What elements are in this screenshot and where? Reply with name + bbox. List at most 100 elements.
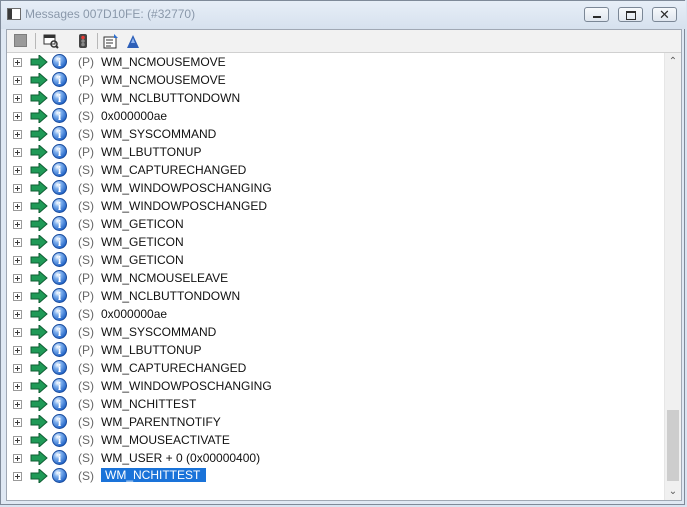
expand-icon[interactable]	[13, 202, 22, 211]
expand-icon[interactable]	[13, 130, 22, 139]
expand-icon[interactable]	[13, 472, 22, 481]
close-icon: ✕	[659, 7, 670, 22]
list-item[interactable]: i (S) WM_WINDOWPOSCHANGING	[7, 179, 665, 197]
arrow-right-icon	[30, 415, 48, 429]
list-item[interactable]: i (S) WM_NCHITTEST	[7, 467, 665, 485]
arrow-right-icon	[30, 325, 48, 339]
list-item[interactable]: i (S) WM_PARENTNOTIFY	[7, 413, 665, 431]
list-item[interactable]: i (S) WM_WINDOWPOSCHANGING	[7, 377, 665, 395]
arrow-right-icon	[30, 469, 48, 483]
expand-icon[interactable]	[13, 76, 22, 85]
minimize-button[interactable]	[584, 7, 609, 22]
info-icon: i	[52, 198, 67, 213]
expand-icon[interactable]	[13, 310, 22, 319]
minimize-icon	[585, 8, 608, 21]
find-window-icon[interactable]	[43, 33, 59, 49]
list-item[interactable]: i (S) WM_NCHITTEST	[7, 395, 665, 413]
list-item[interactable]: i (S) WM_GETICON	[7, 233, 665, 251]
expand-icon[interactable]	[13, 238, 22, 247]
list-item[interactable]: i (S) WM_SYSCOMMAND	[7, 125, 665, 143]
message-name: WM_NCLBUTTONDOWN	[101, 91, 241, 105]
list-item[interactable]: i (P) WM_NCMOUSEMOVE	[7, 53, 665, 71]
expand-icon[interactable]	[13, 346, 22, 355]
list-item[interactable]: i (S) WM_GETICON	[7, 251, 665, 269]
stop-icon[interactable]	[14, 34, 27, 47]
message-type: (P)	[78, 73, 94, 87]
message-name: 0x000000ae	[101, 109, 168, 123]
expand-icon[interactable]	[13, 436, 22, 445]
maximize-button[interactable]	[618, 7, 643, 22]
expand-icon[interactable]	[13, 364, 22, 373]
expand-icon[interactable]	[13, 400, 22, 409]
info-icon: i	[52, 90, 67, 105]
highlight-icon[interactable]	[125, 33, 141, 49]
list-item[interactable]: i (P) WM_LBUTTONUP	[7, 341, 665, 359]
message-type: (S)	[78, 253, 94, 267]
arrow-right-icon	[30, 73, 48, 87]
list-item[interactable]: i (S) 0x000000ae	[7, 107, 665, 125]
info-icon: i	[52, 216, 67, 231]
info-icon: i	[52, 378, 67, 393]
message-type: (S)	[78, 235, 94, 249]
info-icon: i	[52, 288, 67, 303]
list-item[interactable]: i (S) WM_GETICON	[7, 215, 665, 233]
expand-icon[interactable]	[13, 166, 22, 175]
expand-icon[interactable]	[13, 454, 22, 463]
list-item[interactable]: i (P) WM_NCMOUSELEAVE	[7, 269, 665, 287]
traffic-light-icon[interactable]	[75, 33, 91, 49]
scroll-down-icon[interactable]: ⌄	[665, 483, 681, 500]
expand-icon[interactable]	[13, 418, 22, 427]
scroll-thumb[interactable]	[667, 410, 679, 481]
scroll-up-icon[interactable]: ⌃	[665, 53, 681, 70]
message-list[interactable]: i (P) WM_NCMOUSEMOVE i (P) WM_NCMOUSEMOVE i (P)…	[7, 53, 665, 500]
info-icon: i	[52, 72, 67, 87]
list-item[interactable]: i (P) WM_NCLBUTTONDOWN	[7, 89, 665, 107]
expand-icon[interactable]	[13, 112, 22, 121]
message-type: (P)	[78, 55, 94, 69]
message-type: (P)	[78, 289, 94, 303]
message-type: (P)	[78, 271, 94, 285]
list-item[interactable]: i (P) WM_NCLBUTTONDOWN	[7, 287, 665, 305]
info-icon: i	[52, 108, 67, 123]
list-item[interactable]: i (S) WM_CAPTURECHANGED	[7, 359, 665, 377]
title-bar[interactable]: Messages 007D10FE: (#32770) ✕	[1, 1, 686, 29]
expand-icon[interactable]	[13, 292, 22, 301]
expand-icon[interactable]	[13, 382, 22, 391]
arrow-right-icon	[30, 127, 48, 141]
list-item[interactable]: i (S) WM_SYSCOMMAND	[7, 323, 665, 341]
arrow-right-icon	[30, 55, 48, 69]
info-icon: i	[52, 126, 67, 141]
list-item[interactable]: i (S) WM_USER + 0 (0x00000400)	[7, 449, 665, 467]
vertical-scrollbar[interactable]: ⌃ ⌄	[664, 53, 681, 500]
expand-icon[interactable]	[13, 220, 22, 229]
arrow-right-icon	[30, 271, 48, 285]
message-name: WM_PARENTNOTIFY	[101, 415, 221, 429]
message-type: (S)	[78, 379, 94, 393]
properties-icon[interactable]	[103, 33, 119, 49]
message-name: WM_SYSCOMMAND	[101, 325, 217, 339]
expand-icon[interactable]	[13, 58, 22, 67]
message-name: WM_GETICON	[101, 217, 184, 231]
close-button[interactable]: ✕	[652, 7, 677, 22]
list-item[interactable]: i (S) 0x000000ae	[7, 305, 665, 323]
expand-icon[interactable]	[13, 94, 22, 103]
message-name: WM_LBUTTONUP	[101, 145, 202, 159]
expand-icon[interactable]	[13, 328, 22, 337]
list-item[interactable]: i (P) WM_NCMOUSEMOVE	[7, 71, 665, 89]
window-title: Messages 007D10FE: (#32770)	[25, 7, 196, 21]
arrow-right-icon	[30, 451, 48, 465]
list-item[interactable]: i (P) WM_LBUTTONUP	[7, 143, 665, 161]
arrow-right-icon	[30, 253, 48, 267]
message-type: (S)	[78, 109, 94, 123]
list-item[interactable]: i (S) WM_CAPTURECHANGED	[7, 161, 665, 179]
message-type: (S)	[78, 451, 94, 465]
list-item[interactable]: i (S) WM_MOUSEACTIVATE	[7, 431, 665, 449]
message-name[interactable]: WM_NCHITTEST	[101, 468, 207, 482]
expand-icon[interactable]	[13, 184, 22, 193]
arrow-right-icon	[30, 379, 48, 393]
info-icon: i	[52, 270, 67, 285]
list-item[interactable]: i (S) WM_WINDOWPOSCHANGED	[7, 197, 665, 215]
expand-icon[interactable]	[13, 256, 22, 265]
expand-icon[interactable]	[13, 274, 22, 283]
expand-icon[interactable]	[13, 148, 22, 157]
